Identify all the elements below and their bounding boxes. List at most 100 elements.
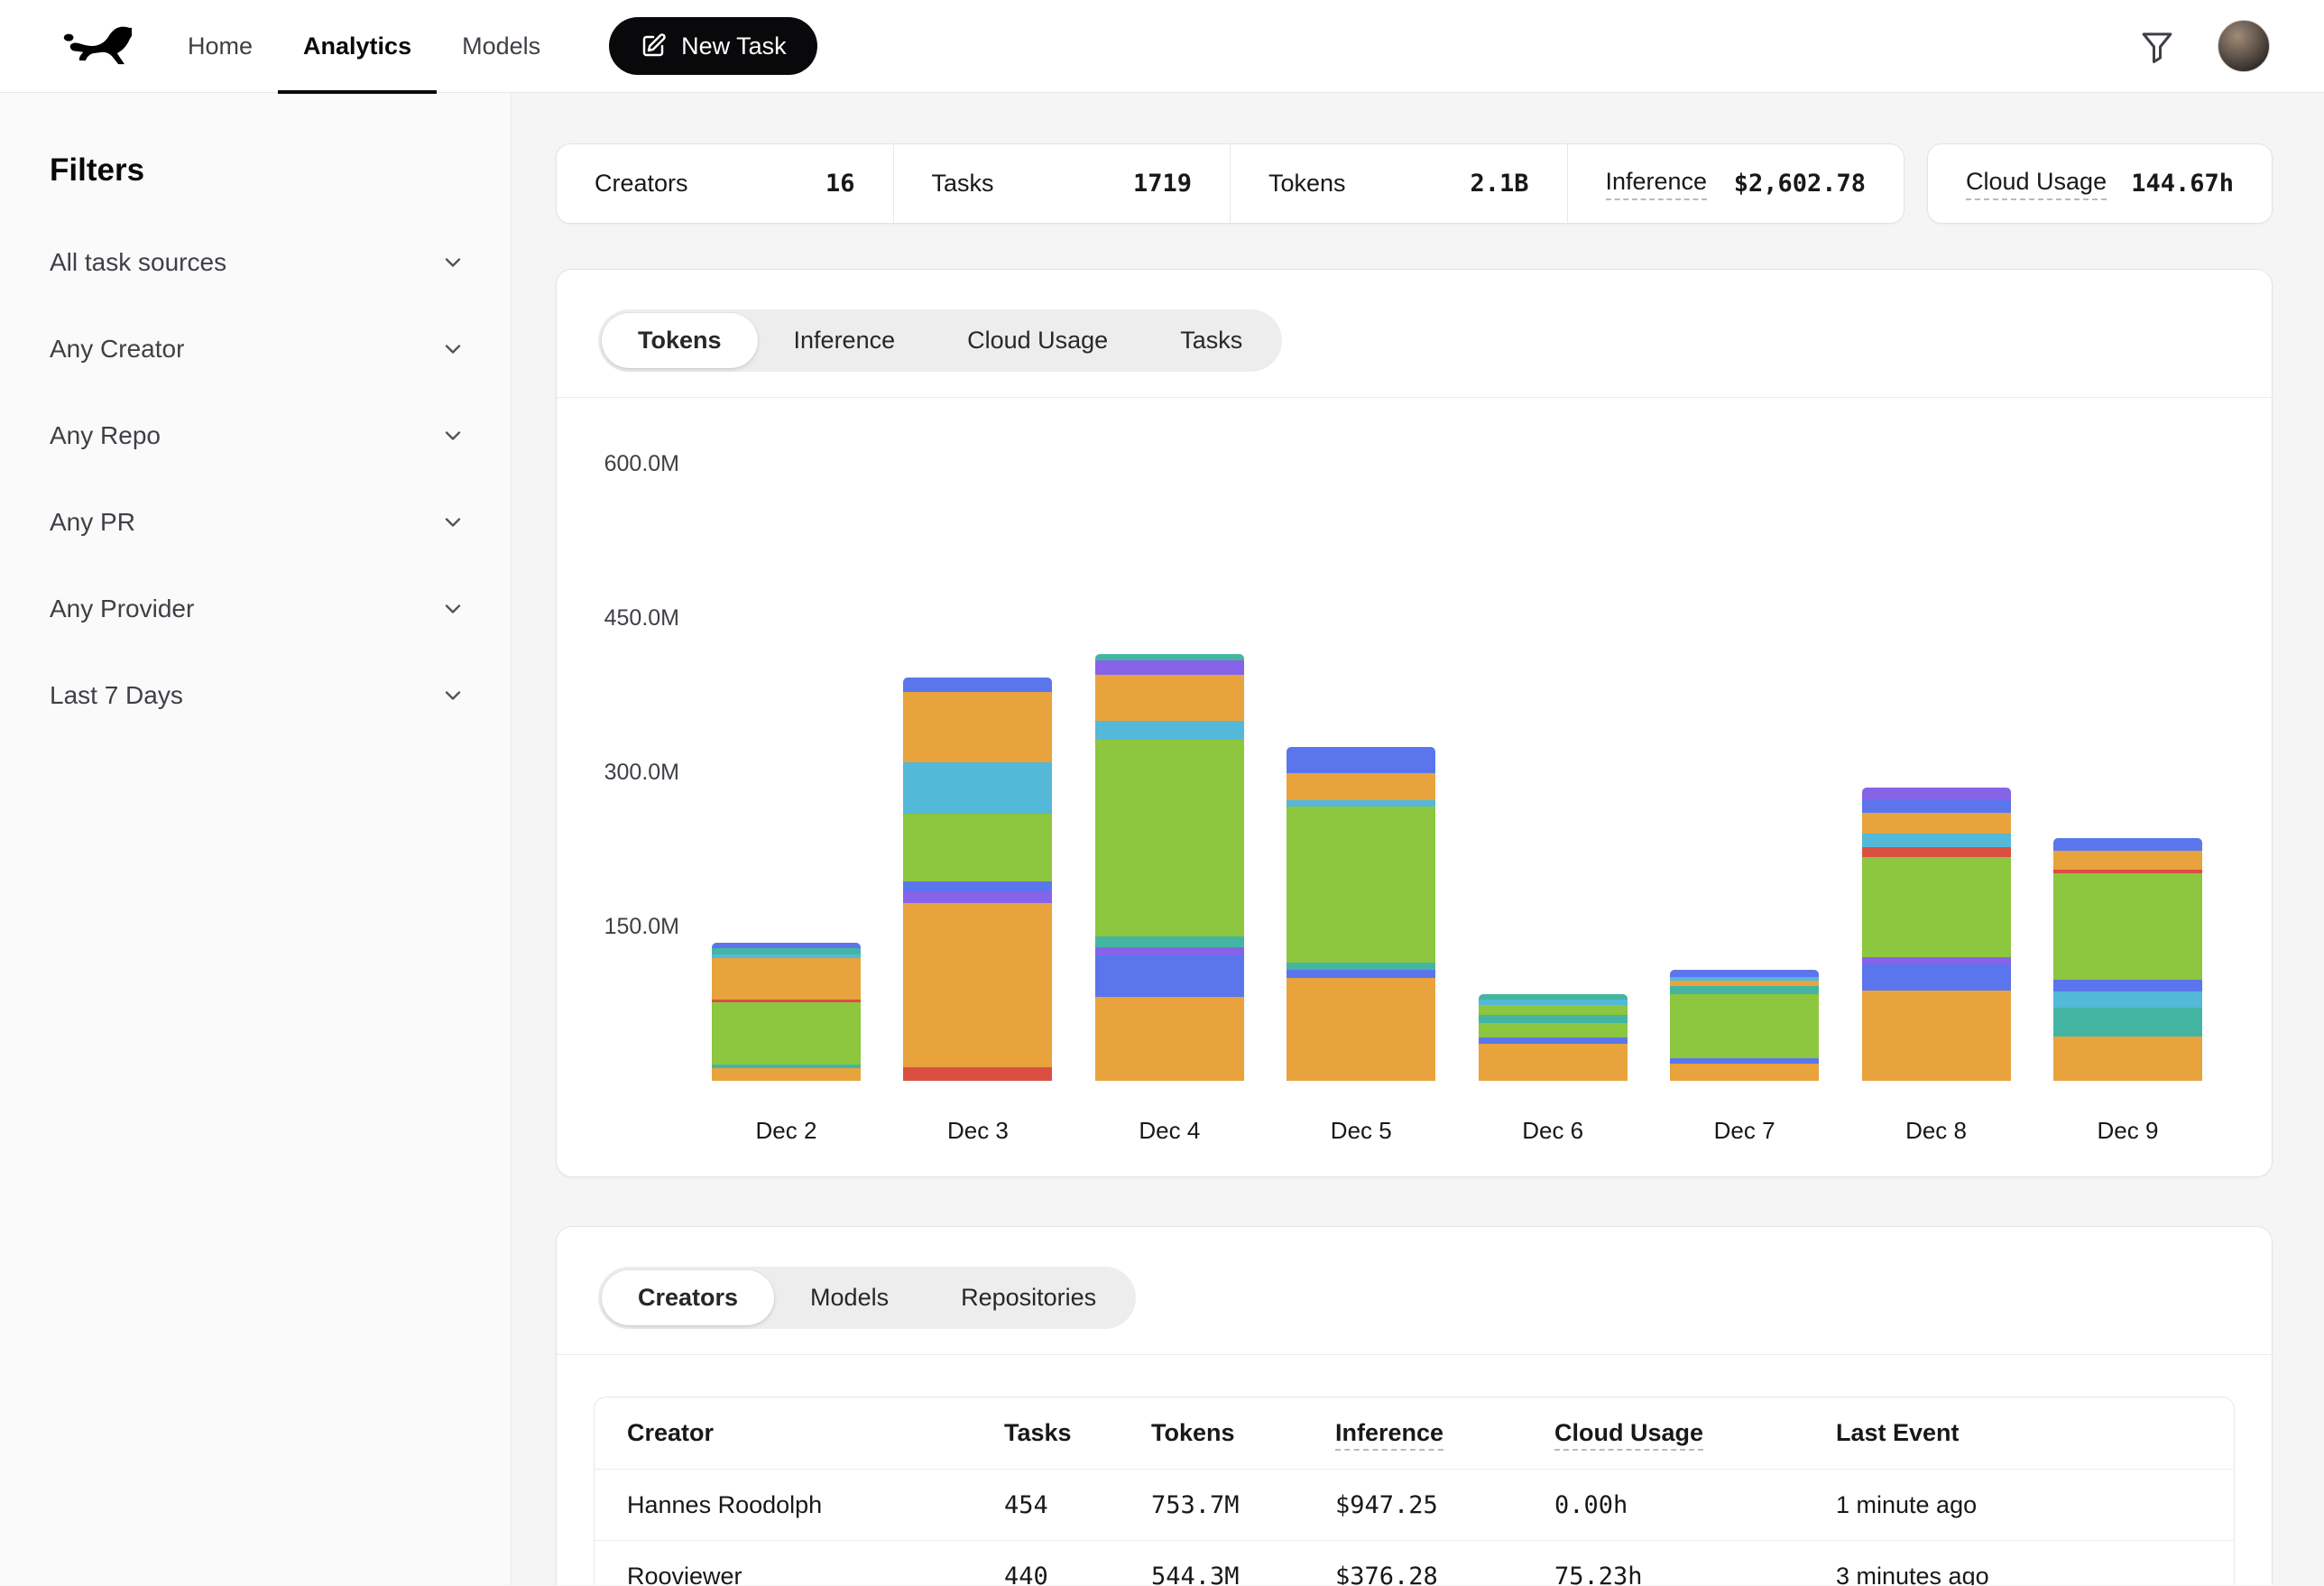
stats-row: Creators16Tasks1719Tokens2.1BInference$2…	[556, 143, 2273, 224]
filter-label: Any PR	[50, 508, 135, 537]
filter-any-repo[interactable]: Any Repo	[50, 392, 466, 479]
filter-any-provider[interactable]: Any Provider	[50, 566, 466, 652]
kangaroo-logo-icon	[54, 22, 132, 70]
tokens-bar-chart: Dec 2Dec 3Dec 4Dec 5Dec 6Dec 7Dec 8Dec 9…	[557, 398, 2272, 1174]
filter-label: Any Provider	[50, 595, 194, 623]
column-header-last-event: Last Event	[1836, 1419, 2201, 1447]
column-label-inference: Inference	[1335, 1419, 1443, 1451]
bar-dec-3[interactable]	[903, 678, 1052, 1081]
filter-label: Any Creator	[50, 335, 184, 364]
tab-cloud-usage[interactable]: Cloud Usage	[931, 313, 1144, 368]
chevron-down-icon	[440, 250, 466, 275]
segment-blue	[1670, 970, 1819, 977]
column-label-last-event: Last Event	[1836, 1419, 1960, 1446]
segment-teal	[1095, 936, 1244, 946]
main-content: Creators16Tasks1719Tokens2.1BInference$2…	[512, 93, 2324, 1585]
stat-tasks: Tasks1719	[893, 144, 1231, 223]
page-layout: Filters All task sources Any Creator Any R…	[0, 93, 2324, 1585]
chevron-down-icon	[440, 683, 466, 708]
column-header-creator: Creator	[627, 1419, 1004, 1447]
cell-cloud_usage: 75.23h	[1554, 1563, 1836, 1586]
segment-blue	[1862, 964, 2011, 991]
column-header-tasks: Tasks	[1004, 1419, 1151, 1447]
x-axis-label-dec-2: Dec 2	[712, 1117, 861, 1145]
segment-orange	[1862, 813, 2011, 834]
bar-dec-2[interactable]	[712, 943, 861, 1081]
chevron-down-icon	[440, 423, 466, 448]
user-avatar[interactable]	[2218, 20, 2270, 72]
tab-tasks[interactable]: Tasks	[1144, 313, 1278, 368]
column-label-cloud-usage: Cloud Usage	[1554, 1419, 1703, 1451]
bar-dec-6[interactable]	[1479, 994, 1628, 1081]
filter-funnel-icon[interactable]	[2138, 27, 2176, 65]
nav-models[interactable]: Models	[437, 0, 566, 93]
segment-green	[712, 1002, 861, 1064]
segment-orange	[1670, 1064, 1819, 1081]
stat-creators: Creators16	[557, 144, 893, 223]
chart-card: TokensInferenceCloud UsageTasks Dec 2 Dec…	[556, 269, 2273, 1177]
segment-orange	[712, 1068, 861, 1081]
nav-home[interactable]: Home	[162, 0, 278, 93]
y-axis-label-300-0m: 300.0M	[557, 759, 679, 786]
segment-green	[1095, 740, 1244, 937]
table-row-hannes-roodolph[interactable]: Hannes Roodolph454753.7M$947.250.00h1 mi…	[595, 1470, 2234, 1541]
column-label-tokens: Tokens	[1151, 1419, 1235, 1446]
filter-any-pr[interactable]: Any PR	[50, 479, 466, 566]
filter-any-creator[interactable]: Any Creator	[50, 306, 466, 392]
segment-purple	[903, 891, 1052, 903]
bar-dec-5[interactable]	[1286, 747, 1435, 1081]
segment-orange	[1095, 997, 1244, 1082]
main-nav: HomeAnalyticsModels	[162, 0, 566, 93]
stat-value-creators: 16	[825, 170, 855, 198]
tab-tokens[interactable]: Tokens	[602, 313, 758, 368]
segment-teal	[1286, 963, 1435, 970]
segment-purple	[1095, 660, 1244, 675]
tab-creators[interactable]: Creators	[602, 1270, 774, 1325]
segment-blue	[1286, 970, 1435, 978]
segment-orange	[2053, 851, 2202, 871]
filter-label: Any Repo	[50, 421, 161, 450]
segment-orange	[903, 903, 1052, 1067]
tab-inference[interactable]: Inference	[758, 313, 932, 368]
column-header-cloud-usage[interactable]: Cloud Usage	[1554, 1419, 1836, 1447]
cell-creator: Hannes Roodolph	[627, 1491, 1004, 1519]
bar-dec-4[interactable]	[1095, 654, 1244, 1081]
stat-value-tokens: 2.1B	[1470, 170, 1528, 198]
filter-last-7-days[interactable]: Last 7 Days	[50, 652, 466, 739]
bar-dec-9[interactable]	[2053, 838, 2202, 1081]
filter-label: Last 7 Days	[50, 681, 183, 710]
cell-creator: Rooviewer	[627, 1563, 1004, 1586]
bar-dec-7[interactable]	[1670, 970, 1819, 1081]
cell-last_event: 3 minutes ago	[1836, 1563, 2201, 1586]
segment-blue	[1095, 955, 1244, 997]
chevron-down-icon	[440, 596, 466, 622]
table-row-rooviewer[interactable]: Rooviewer440544.3M$376.2875.23h3 minutes…	[595, 1541, 2234, 1585]
new-task-button[interactable]: New Task	[609, 17, 817, 75]
stat-value-tasks: 1719	[1133, 170, 1192, 198]
segment-green	[1862, 857, 2011, 958]
segment-teal	[2053, 1008, 2202, 1037]
cell-inference: $376.28	[1335, 1563, 1554, 1586]
filter-all-task-sources[interactable]: All task sources	[50, 219, 466, 306]
segment-orange	[1286, 773, 1435, 800]
nav-analytics[interactable]: Analytics	[278, 0, 437, 93]
cell-inference: $947.25	[1335, 1491, 1554, 1519]
filters-title: Filters	[50, 152, 466, 189]
segment-blue	[903, 678, 1052, 692]
bar-dec-8[interactable]	[1862, 788, 2011, 1081]
y-axis-label-150-0m: 150.0M	[557, 913, 679, 940]
tab-models[interactable]: Models	[774, 1270, 925, 1325]
segment-blue	[1862, 800, 2011, 813]
segment-orange	[1095, 675, 1244, 721]
kangaroo-logo[interactable]	[54, 21, 132, 71]
segment-purple	[1862, 788, 2011, 800]
segment-green	[1479, 1005, 1628, 1015]
x-axis-label-dec-5: Dec 5	[1286, 1117, 1435, 1145]
x-axis-label-dec-4: Dec 4	[1095, 1117, 1244, 1145]
column-header-inference[interactable]: Inference	[1335, 1419, 1554, 1447]
tab-repositories[interactable]: Repositories	[925, 1270, 1132, 1325]
stat-label-inference[interactable]: Inference	[1606, 168, 1708, 200]
cell-tasks: 454	[1004, 1491, 1151, 1519]
table-header-row: CreatorTasksTokensInferenceCloud UsageLa…	[595, 1397, 2234, 1470]
stat-label-cloud-usage[interactable]: Cloud Usage	[1966, 168, 2107, 200]
